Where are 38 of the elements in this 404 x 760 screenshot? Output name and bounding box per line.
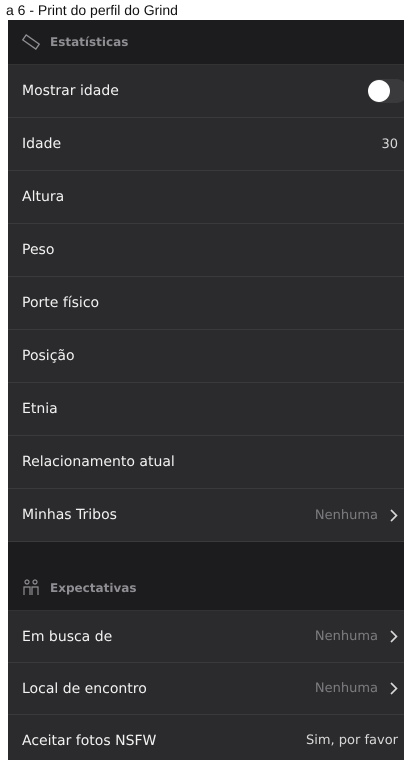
- chevron-icon: [390, 682, 398, 695]
- settings-row[interactable]: Em busca de Nenhuma: [8, 611, 404, 663]
- row-value: 30: [381, 136, 398, 152]
- row-label: Aceitar fotos NSFW: [22, 732, 156, 748]
- chevron-icon: [390, 508, 398, 522]
- row-value: Sim, por favor: [306, 733, 398, 748]
- row-label: Relacionamento atual: [22, 454, 175, 470]
- figure-caption: a 6 - Print do perfil do Grind: [5, 1, 179, 20]
- settings-row[interactable]: Altura: [8, 171, 404, 224]
- settings-row[interactable]: Etnia: [8, 383, 404, 436]
- settings-row[interactable]: Local de encontro Nenhuma: [8, 663, 404, 715]
- settings-row[interactable]: Relacionamento atual: [8, 436, 404, 489]
- chevron-icon: [390, 630, 398, 643]
- section-title: Expectativas: [50, 581, 137, 595]
- ruler-icon: [22, 33, 40, 51]
- row-label: Posição: [22, 348, 75, 364]
- row-value: Nenhuma: [314, 681, 378, 696]
- row-label: Minhas Tribos: [22, 507, 117, 523]
- settings-row[interactable]: Idade 30: [8, 118, 404, 171]
- section-title: Estatísticas: [50, 35, 128, 49]
- row-label: Peso: [22, 242, 54, 258]
- row-label: Em busca de: [22, 628, 112, 644]
- row-value: Nenhuma: [314, 629, 378, 644]
- row-label: Local de encontro: [22, 680, 147, 696]
- settings-row[interactable]: Minhas Tribos Nenhuma: [8, 489, 404, 542]
- row-label: Porte físico: [22, 295, 100, 311]
- row-label: Mostrar idade: [22, 83, 119, 99]
- settings-row[interactable]: Posição: [8, 330, 404, 383]
- people-icon: [22, 579, 40, 597]
- settings-row[interactable]: Mostrar idade: [8, 65, 404, 118]
- settings-row[interactable]: Porte físico: [8, 277, 404, 330]
- row-value: Nenhuma: [314, 508, 378, 522]
- settings-row[interactable]: Peso: [8, 224, 404, 277]
- row-label: Altura: [22, 189, 64, 205]
- settings-row[interactable]: Aceitar fotos NSFW Sim, por favor: [8, 715, 404, 760]
- row-label: Idade: [22, 136, 62, 152]
- show-age-switch[interactable]: [368, 79, 404, 103]
- row-label: Etnia: [22, 401, 58, 417]
